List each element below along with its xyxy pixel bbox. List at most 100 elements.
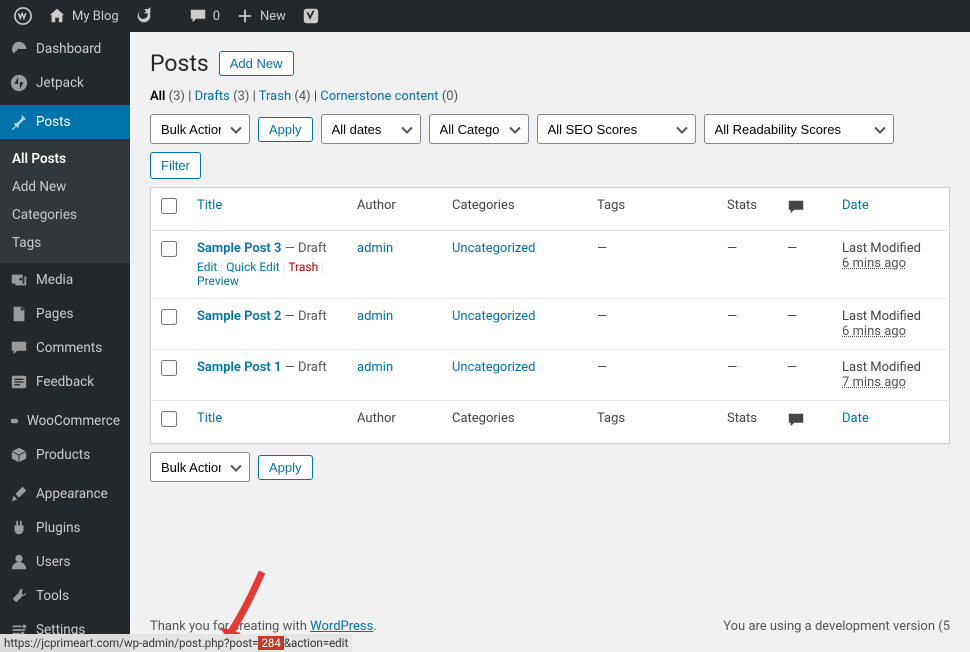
comments-icon: [10, 339, 28, 357]
plug-icon: [10, 519, 28, 537]
post-status: — Draft: [285, 309, 327, 324]
sidebar-submenu-posts: All Posts Add New Categories Tags: [0, 139, 130, 263]
stats-cell: —: [717, 299, 777, 350]
add-new-post-button[interactable]: Add New: [219, 51, 294, 76]
category-link[interactable]: Uncategorized: [452, 241, 535, 256]
date-cell: Last Modified6 mins ago: [832, 231, 950, 299]
users-icon: [10, 553, 28, 571]
trash-link[interactable]: Trash: [288, 260, 318, 274]
sidebar-label: Posts: [36, 114, 70, 130]
row-checkbox[interactable]: [161, 241, 177, 257]
sidebar-label: Feedback: [36, 374, 94, 390]
row-actions: Edit | Quick Edit | Trash | Preview: [197, 260, 337, 288]
author-link[interactable]: admin: [357, 241, 393, 256]
comments-link[interactable]: 0: [181, 0, 228, 32]
tools-icon: [10, 587, 28, 605]
preview-link[interactable]: Preview: [197, 274, 239, 288]
refresh-icon: [135, 7, 153, 25]
col-date-foot[interactable]: Date: [842, 411, 869, 426]
col-date[interactable]: Date: [842, 198, 869, 213]
plus-icon: [236, 7, 254, 25]
col-title[interactable]: Title: [197, 198, 222, 213]
comment-icon: [189, 7, 207, 25]
sidebar-item-products[interactable]: Products: [0, 438, 130, 472]
filter-trash[interactable]: Trash: [259, 89, 291, 104]
filter-cornerstone[interactable]: Cornerstone content: [320, 89, 438, 104]
comments-cell: —: [777, 350, 832, 401]
add-new-label: New: [260, 9, 286, 24]
dates-select[interactable]: All dates: [321, 114, 421, 144]
tags-cell: —: [587, 231, 717, 299]
category-link[interactable]: Uncategorized: [452, 309, 535, 324]
comment-column-icon: [787, 198, 805, 216]
sidebar-item-posts[interactable]: Posts: [0, 105, 130, 139]
bulk-actions-select-bottom[interactable]: Bulk Actions: [150, 452, 250, 482]
refresh-button[interactable]: [127, 0, 161, 32]
filter-drafts[interactable]: Drafts: [195, 89, 230, 104]
media-icon: [10, 271, 28, 289]
sidebar-item-users[interactable]: Users: [0, 545, 130, 579]
add-new-link[interactable]: New: [228, 0, 294, 32]
apply-button-bottom[interactable]: Apply: [258, 455, 313, 480]
stats-cell: —: [717, 350, 777, 401]
post-title-link[interactable]: Sample Post 1: [197, 360, 281, 375]
site-name-link[interactable]: My Blog: [40, 0, 127, 32]
quick-edit-link[interactable]: Quick Edit: [226, 260, 279, 274]
submenu-item-all-posts[interactable]: All Posts: [0, 145, 130, 173]
sidebar-item-jetpack[interactable]: Jetpack: [0, 66, 130, 100]
yoast-link[interactable]: [294, 0, 328, 32]
select-all-checkbox-foot[interactable]: [161, 411, 177, 427]
filter-all[interactable]: All: [150, 89, 165, 104]
select-all-checkbox[interactable]: [161, 198, 177, 214]
home-icon: [48, 7, 66, 25]
date-cell: Last Modified7 mins ago: [832, 350, 950, 401]
sidebar-item-woocommerce[interactable]: WooCommerce: [0, 404, 130, 438]
bulk-actions-select[interactable]: Bulk Actions: [150, 114, 250, 144]
submenu-item-categories[interactable]: Categories: [0, 201, 130, 229]
tablenav-top: Bulk Actions Apply All dates All Categor…: [150, 114, 950, 179]
sidebar-item-appearance[interactable]: Appearance: [0, 477, 130, 511]
feedback-icon: [10, 373, 28, 391]
count-all: (3): [169, 89, 185, 104]
sidebar-item-media[interactable]: Media: [0, 263, 130, 297]
sidebar-item-tools[interactable]: Tools: [0, 579, 130, 613]
sidebar-item-feedback[interactable]: Feedback: [0, 365, 130, 399]
row-checkbox[interactable]: [161, 309, 177, 325]
seo-scores-select[interactable]: All SEO Scores: [537, 114, 696, 144]
author-link[interactable]: admin: [357, 309, 393, 324]
sidebar-item-dashboard[interactable]: Dashboard: [0, 32, 130, 66]
submenu-item-tags[interactable]: Tags: [0, 229, 130, 257]
sidebar-item-plugins[interactable]: Plugins: [0, 511, 130, 545]
wordpress-link[interactable]: WordPress: [310, 619, 373, 634]
readability-scores-select[interactable]: All Readability Scores: [704, 114, 894, 144]
sidebar-label: Jetpack: [36, 75, 84, 91]
submenu-item-add-new[interactable]: Add New: [0, 173, 130, 201]
sidebar-label: Media: [36, 272, 73, 288]
sidebar-item-comments[interactable]: Comments: [0, 331, 130, 365]
yoast-icon: [302, 7, 320, 25]
sidebar-label: Pages: [36, 306, 74, 322]
main-content: Posts Add New All (3) | Drafts (3) | Tra…: [130, 32, 970, 652]
row-checkbox[interactable]: [161, 360, 177, 376]
comments-cell: —: [777, 299, 832, 350]
apply-button[interactable]: Apply: [258, 117, 313, 142]
post-title-link[interactable]: Sample Post 3: [197, 241, 281, 256]
brush-icon: [10, 485, 28, 503]
sidebar-item-pages[interactable]: Pages: [0, 297, 130, 331]
count-cornerstone: (0): [442, 89, 458, 104]
col-title-foot[interactable]: Title: [197, 411, 222, 426]
col-stats-foot: Stats: [717, 401, 777, 444]
sidebar-label: Plugins: [36, 520, 81, 536]
category-link[interactable]: Uncategorized: [452, 360, 535, 375]
comments-cell: —: [777, 231, 832, 299]
date-cell: Last Modified6 mins ago: [832, 299, 950, 350]
author-link[interactable]: admin: [357, 360, 393, 375]
browser-statusbar: https://jcprimeart.com/wp-admin/post.php…: [0, 634, 352, 652]
filter-button[interactable]: Filter: [150, 152, 201, 179]
edit-link[interactable]: Edit: [197, 260, 217, 274]
wp-logo[interactable]: [6, 0, 40, 32]
categories-select[interactable]: All Categories: [429, 114, 529, 144]
post-title-link[interactable]: Sample Post 2: [197, 309, 281, 324]
sidebar-label: Comments: [36, 340, 102, 356]
table-row: Sample Post 1 — Draft admin Uncategorize…: [151, 350, 950, 401]
